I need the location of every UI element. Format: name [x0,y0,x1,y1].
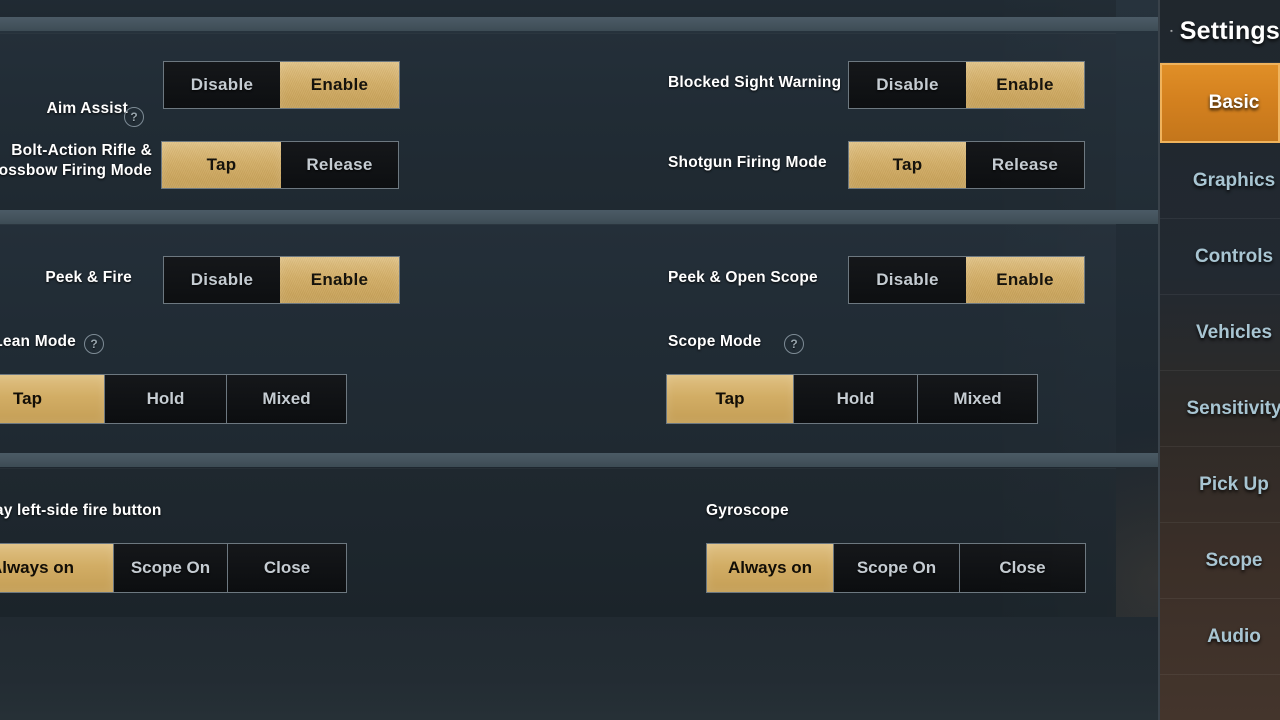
row-label-shotgun: Shotgun Firing Mode [668,153,827,173]
option-fire-button-close[interactable]: Close [227,544,346,592]
option-fire-button-always-on[interactable]: Always on [0,544,113,592]
toggle-aim-assist[interactable]: Disable Enable [163,61,400,109]
option-shotgun-release[interactable]: Release [966,142,1084,188]
option-shotgun-tap[interactable]: Tap [849,142,966,188]
sidebar-item-vehicles[interactable]: Vehicles [1160,295,1280,371]
section-divider-top [0,17,1158,31]
help-aim-assist[interactable]: ? [124,107,144,127]
help-scope-mode[interactable]: ? [784,334,804,354]
sidebar-item-label: Audio [1207,625,1261,647]
option-peek-fire-disable[interactable]: Disable [164,257,280,303]
label-bolt-action-firing-mode: Bolt-Action Rifle & Crossbow Firing Mode [0,142,152,179]
sidebar-header: Settings [1160,0,1280,63]
row-label-lean-mode: Lean Mode [0,332,76,352]
option-scope-mode-hold[interactable]: Hold [793,375,917,423]
settings-sidebar: Settings Basic Graphics Controls Vehicle… [1158,0,1280,720]
option-lean-mode-mixed[interactable]: Mixed [226,375,346,423]
section-divider-1 [0,210,1158,224]
sidebar-item-label: Scope [1205,549,1263,571]
sidebar-item-controls[interactable]: Controls [1160,219,1280,295]
option-scope-mode-tap[interactable]: Tap [667,375,793,423]
section-firing-panel: Aim Assist ? Disable Enable Bolt-Action … [0,33,1116,210]
option-gyroscope-scope-on[interactable]: Scope On [833,544,959,592]
question-mark-icon[interactable]: ? [84,334,104,354]
option-scope-mode-mixed[interactable]: Mixed [917,375,1037,423]
option-aim-assist-disable[interactable]: Disable [164,62,280,108]
segmented-scope-mode[interactable]: Tap Hold Mixed [666,374,1038,424]
row-label-bolt-action: Bolt-Action Rifle & Crossbow Firing Mode [0,141,152,181]
option-blocked-sight-enable[interactable]: Enable [966,62,1084,108]
segmented-display-left-side-fire-button[interactable]: Always on Scope On Close [0,543,347,593]
label-lean-mode: Lean Mode [0,333,76,350]
row-label-aim-assist: Aim Assist [0,99,128,119]
option-gyroscope-always-on[interactable]: Always on [707,544,833,592]
toggle-blocked-sight-warning[interactable]: Disable Enable [848,61,1085,109]
option-peek-scope-disable[interactable]: Disable [849,257,966,303]
row-label-blocked-sight: Blocked Sight Warning [668,73,841,93]
sidebar-item-audio[interactable]: Audio [1160,599,1280,675]
option-bolt-action-tap[interactable]: Tap [162,142,281,188]
option-aim-assist-enable[interactable]: Enable [280,62,399,108]
option-blocked-sight-disable[interactable]: Disable [849,62,966,108]
sidebar-item-graphics[interactable]: Graphics [1160,143,1280,219]
label-scope-mode: Scope Mode [668,333,762,350]
help-lean-mode[interactable]: ? [84,334,104,354]
row-label-display-fire-button: Display left-side fire button [0,501,162,521]
row-label-peek-fire: Peek & Fire [0,268,132,288]
sidebar-item-label: Pick Up [1199,473,1269,495]
sidebar-item-label: Vehicles [1195,321,1273,343]
option-gyroscope-close[interactable]: Close [959,544,1085,592]
section-divider-2 [0,453,1158,467]
panel-above [0,0,1116,17]
label-gyroscope: Gyroscope [706,502,789,519]
label-blocked-sight-warning: Blocked Sight Warning [668,74,842,91]
label-peek-and-open-scope: Peek & Open Scope [668,269,818,286]
sidebar-item-label: Basic [1208,92,1260,113]
sidebar-item-scope[interactable]: Scope [1160,523,1280,599]
settings-screen: Aim Assist ? Disable Enable Bolt-Action … [0,0,1280,720]
sidebar-item-label: Controls [1194,245,1274,267]
bottom-bar: Log out Customer Service Privacy Policy [0,617,1158,720]
section-display-panel: Display left-side fire button Always on … [0,468,1116,617]
row-label-peek-open-scope: Peek & Open Scope [668,268,818,288]
label-shotgun-firing-mode: Shotgun Firing Mode [668,154,827,171]
sidebar-item-pick-up[interactable]: Pick Up [1160,447,1280,523]
label-display-left-side-fire-button: Display left-side fire button [0,502,162,519]
segmented-lean-mode[interactable]: Tap Hold Mixed [0,374,347,424]
option-fire-button-scope-on[interactable]: Scope On [113,544,227,592]
option-lean-mode-tap[interactable]: Tap [0,375,104,423]
gear-icon [1170,29,1173,33]
row-label-scope-mode: Scope Mode [668,332,761,352]
toggle-peek-and-open-scope[interactable]: Disable Enable [848,256,1085,304]
option-lean-mode-hold[interactable]: Hold [104,375,226,423]
sidebar-item-sensitivity[interactable]: Sensitivity [1160,371,1280,447]
toggle-bolt-action-firing-mode[interactable]: Tap Release [161,141,399,189]
row-label-gyroscope: Gyroscope [706,501,789,521]
option-peek-scope-enable[interactable]: Enable [966,257,1084,303]
sidebar-item-basic[interactable]: Basic [1160,63,1280,143]
toggle-peek-and-fire[interactable]: Disable Enable [163,256,400,304]
option-peek-fire-enable[interactable]: Enable [280,257,399,303]
segmented-gyroscope[interactable]: Always on Scope On Close [706,543,1086,593]
sidebar-item-label: Graphics [1192,169,1276,191]
question-mark-icon[interactable]: ? [784,334,804,354]
label-peek-and-fire: Peek & Fire [45,269,132,286]
sidebar-item-label: Sensitivity [1186,397,1280,419]
question-mark-icon[interactable]: ? [124,107,144,127]
toggle-shotgun-firing-mode[interactable]: Tap Release [848,141,1085,189]
label-aim-assist: Aim Assist [46,100,128,117]
section-peek-panel: Peek & Fire Disable Enable Lean Mode ? T… [0,224,1116,453]
option-bolt-action-release[interactable]: Release [281,142,398,188]
sidebar-title: Settings [1179,16,1280,45]
